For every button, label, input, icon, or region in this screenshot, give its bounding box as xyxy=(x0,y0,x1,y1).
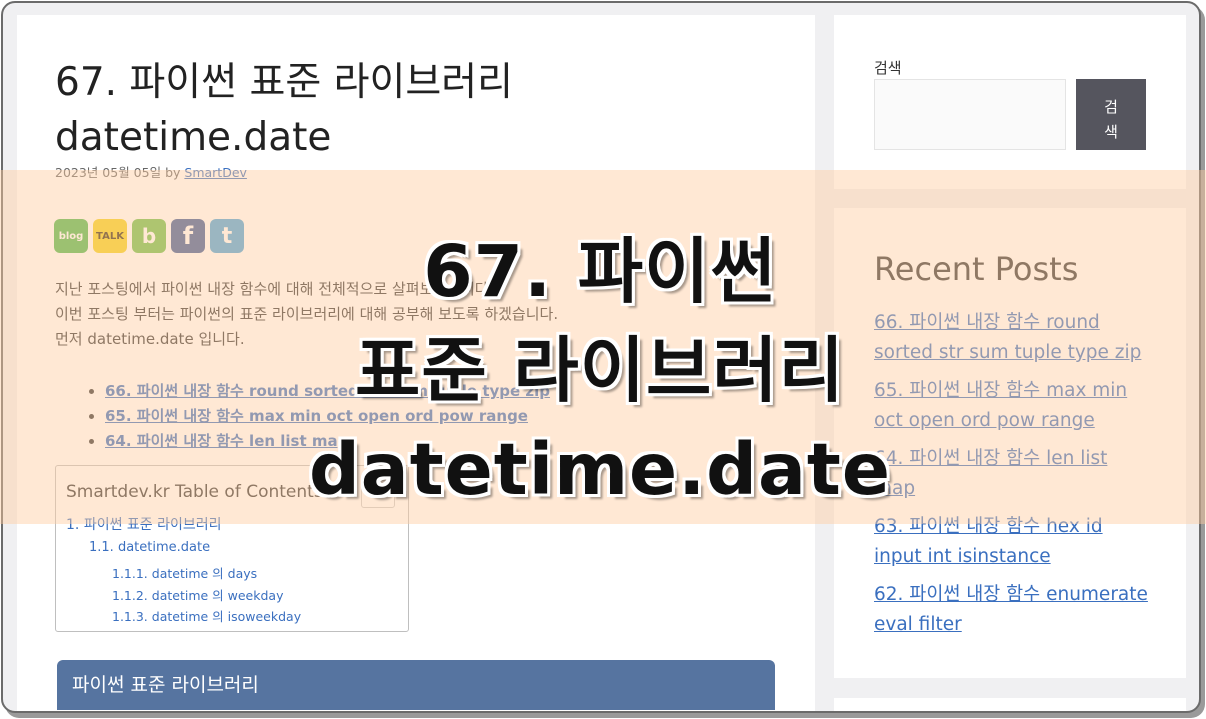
blog-icon[interactable]: blog xyxy=(54,219,88,253)
thumbnail-title-line: 67. 파이썬 xyxy=(423,230,777,313)
search-button-label: 검 색 xyxy=(1104,97,1118,141)
band-icon[interactable]: b xyxy=(132,219,166,253)
band-icon-label: b xyxy=(141,224,157,248)
twitter-icon[interactable]: t xyxy=(210,219,244,253)
section-heading: 파이썬 표준 라이브러리 xyxy=(57,660,775,710)
kakaotalk-icon[interactable]: TALK xyxy=(93,219,127,253)
recent-post-link[interactable]: 65. 파이썬 내장 함수 max min oct open ord pow r… xyxy=(874,380,1127,431)
facebook-icon-label: f xyxy=(182,222,194,250)
toc-item[interactable]: 1.1.2. datetime 의 weekday xyxy=(112,585,283,604)
recent-post-link[interactable]: 64. 파이썬 내장 함수 len list map xyxy=(874,448,1107,499)
title-line-1: 67. 파이썬 표준 라이브러리 xyxy=(55,60,514,105)
toc-text: datetime 의 days xyxy=(151,566,258,581)
list-item: 66. 파이썬 내장 함수 round sorted str sum tuple… xyxy=(874,308,1154,368)
toc-text: datetime 의 weekday xyxy=(151,588,284,603)
thumbnail-title-line: datetime.date xyxy=(308,428,892,511)
author-link[interactable]: SmartDev xyxy=(184,165,247,180)
title-line-2: datetime.date xyxy=(55,115,332,160)
post-date: 2023년 05월 05일 xyxy=(55,165,162,180)
twitter-icon-label: t xyxy=(221,223,233,249)
toc-item[interactable]: 1.1.3. datetime 의 isoweekday xyxy=(112,606,301,625)
toc-text: 파이썬 표준 라이브러리 xyxy=(83,517,222,533)
share-buttons: blog TALK b f t xyxy=(54,219,244,253)
list-item: 65. 파이썬 내장 함수 max min oct open ord pow r… xyxy=(874,376,1154,436)
toc-item[interactable]: 1.1.1. datetime 의 days xyxy=(112,563,257,582)
toc-num: 1.1.3. xyxy=(112,609,148,624)
list-item: 63. 파이썬 내장 함수 hex id input int isinstanc… xyxy=(874,512,1154,572)
blog-icon-label: blog xyxy=(58,230,84,242)
kakaotalk-icon-label: TALK xyxy=(96,230,124,242)
search-button[interactable]: 검 색 xyxy=(1076,79,1146,150)
list-item: 64. 파이썬 내장 함수 len list map xyxy=(874,444,1154,504)
search-input[interactable] xyxy=(874,79,1066,150)
toc-item[interactable]: 1.1. datetime.date xyxy=(89,540,210,555)
thumbnail-title-line: 표준 라이브러리 xyxy=(355,329,845,412)
toc-text: datetime 의 isoweekday xyxy=(151,609,302,624)
page-title: 67. 파이썬 표준 라이브러리 datetime.date xyxy=(55,55,795,165)
toc-num: 1.1.2. xyxy=(112,588,148,603)
thumbnail-title: 67. 파이썬 표준 라이브러리 datetime.date xyxy=(300,222,900,519)
recent-post-link[interactable]: 63. 파이썬 내장 함수 hex id input int isinstanc… xyxy=(874,516,1103,567)
toc-num: 1.1.1. xyxy=(112,566,148,581)
post-meta: 2023년 05월 05일 by SmartDev xyxy=(55,162,247,181)
toc-num: 1.1. xyxy=(89,540,114,555)
recent-post-link[interactable]: 62. 파이썬 내장 함수 enumerate eval filter xyxy=(874,584,1148,635)
recent-posts-list: 66. 파이썬 내장 함수 round sorted str sum tuple… xyxy=(874,308,1154,648)
facebook-icon[interactable]: f xyxy=(171,219,205,253)
search-label: 검색 xyxy=(874,59,902,77)
toc-title: Smartdev.kr Table of Contents xyxy=(66,482,323,502)
list-item: 62. 파이썬 내장 함수 enumerate eval filter xyxy=(874,580,1154,640)
recent-posts-title: Recent Posts xyxy=(874,250,1079,288)
toc-text: datetime.date xyxy=(117,540,211,555)
recent-post-link[interactable]: 66. 파이썬 내장 함수 round sorted str sum tuple… xyxy=(874,312,1141,363)
toc-num: 1. xyxy=(66,517,80,533)
toc-item[interactable]: 1. 파이썬 표준 라이브러리 xyxy=(66,514,222,534)
search-widget: 검색 검 색 xyxy=(834,15,1186,189)
sidebar-widget xyxy=(834,698,1186,711)
post-by: by xyxy=(165,165,181,180)
